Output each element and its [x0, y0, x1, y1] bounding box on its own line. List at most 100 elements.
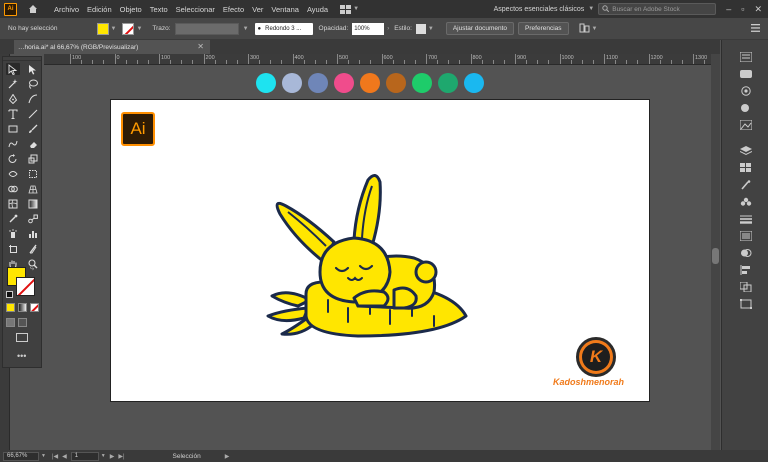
document-setup-button[interactable]: Ajustar documento — [445, 22, 515, 35]
pathfinder-icon[interactable] — [736, 280, 756, 294]
direct-selection-tool-icon[interactable] — [26, 63, 40, 75]
default-colors-icon[interactable] — [6, 291, 13, 298]
draw-normal-icon[interactable] — [6, 318, 15, 327]
rectangle-tool-icon[interactable] — [6, 123, 20, 135]
palette-swatch[interactable] — [308, 73, 328, 93]
scrollbar-thumb[interactable] — [712, 248, 719, 264]
shaper-tool-icon[interactable] — [6, 138, 20, 150]
layers-stack-icon[interactable] — [736, 144, 756, 158]
paintbrush-tool-icon[interactable] — [26, 123, 40, 135]
eyedropper-tool-icon[interactable] — [6, 213, 20, 225]
stroke-color-swatch[interactable] — [122, 22, 135, 35]
chevron-right-icon[interactable]: ▶ — [225, 453, 230, 460]
menu-seleccionar[interactable]: Seleccionar — [172, 5, 219, 14]
mesh-tool-icon[interactable] — [6, 198, 20, 210]
panel-menu-icon[interactable] — [751, 23, 760, 34]
color-mode-icon[interactable] — [6, 303, 15, 312]
menu-texto[interactable]: Texto — [146, 5, 172, 14]
swap-fill-stroke-icon[interactable]: ⤷ — [30, 265, 34, 273]
column-graph-tool-icon[interactable] — [26, 228, 40, 240]
palette-swatch[interactable] — [282, 73, 302, 93]
layers-icon[interactable] — [736, 84, 756, 98]
document-tab[interactable]: …horia.ai* al 66,67% (RGB/Previsualizar)… — [14, 40, 210, 54]
menu-objeto[interactable]: Objeto — [116, 5, 146, 14]
palette-swatch[interactable] — [412, 73, 432, 93]
brushes-icon[interactable] — [736, 178, 756, 192]
gradient-mode-icon[interactable] — [18, 303, 27, 312]
opacity-field[interactable]: 100% — [352, 22, 385, 35]
palette-swatch[interactable] — [360, 73, 380, 93]
type-tool-icon[interactable] — [6, 108, 20, 120]
draw-inside-icon[interactable] — [18, 318, 27, 327]
swatches-icon[interactable] — [736, 161, 756, 175]
rotate-tool-icon[interactable] — [6, 153, 20, 165]
screen-mode-icon[interactable] — [16, 333, 28, 342]
chevron-right-icon[interactable]: › — [387, 26, 389, 32]
scale-tool-icon[interactable] — [26, 153, 40, 165]
fill-color-swatch[interactable] — [96, 22, 109, 35]
menu-efecto[interactable]: Efecto — [219, 5, 248, 14]
none-mode-icon[interactable] — [30, 303, 39, 312]
gradient-tool-icon[interactable] — [26, 198, 40, 210]
palette-swatch[interactable] — [256, 73, 276, 93]
artboard-number-field[interactable]: 1 — [70, 451, 99, 461]
next-artboard-icon[interactable]: ▶ — [110, 453, 115, 460]
maximize-icon[interactable]: ▫ — [741, 4, 744, 15]
stroke-swatch[interactable] — [16, 277, 35, 296]
lasso-tool-icon[interactable] — [26, 78, 40, 90]
image-trace-icon[interactable] — [736, 118, 756, 132]
eraser-tool-icon[interactable] — [26, 138, 40, 150]
free-transform-tool-icon[interactable] — [26, 168, 40, 180]
workspace-switcher[interactable]: Aspectos esenciales clásicos — [494, 6, 585, 13]
home-icon[interactable] — [28, 4, 38, 14]
artboard-tool-icon[interactable] — [6, 243, 20, 255]
selection-tool-icon[interactable] — [6, 63, 20, 75]
blend-tool-icon[interactable] — [26, 213, 40, 225]
vertical-scrollbar[interactable] — [711, 54, 720, 450]
stroke-panel-icon[interactable] — [736, 212, 756, 226]
more-tools-icon[interactable]: ••• — [17, 351, 26, 361]
menu-ver[interactable]: Ver — [248, 5, 267, 14]
palette-swatch[interactable] — [386, 73, 406, 93]
line-segment-tool-icon[interactable] — [26, 108, 40, 120]
prev-artboard-icon[interactable]: ◀ — [62, 453, 67, 460]
properties-icon[interactable] — [736, 50, 756, 64]
arrange-icon[interactable] — [579, 23, 590, 35]
menu-ayuda[interactable]: Ayuda — [303, 5, 332, 14]
slice-tool-icon[interactable] — [26, 243, 40, 255]
minimize-icon[interactable]: – — [726, 4, 731, 15]
last-artboard-icon[interactable]: ▶| — [118, 453, 124, 460]
palette-swatch[interactable] — [334, 73, 354, 93]
transform-icon[interactable] — [736, 297, 756, 311]
gradient-panel-icon[interactable] — [736, 229, 756, 243]
appearance-icon[interactable] — [736, 101, 756, 115]
palette-swatch[interactable] — [464, 73, 484, 93]
libraries-icon[interactable] — [736, 67, 756, 81]
perspective-grid-tool-icon[interactable] — [26, 183, 40, 195]
width-tool-icon[interactable] — [6, 168, 20, 180]
align-icon[interactable] — [736, 263, 756, 277]
stroke-weight-field[interactable] — [174, 22, 239, 35]
magic-wand-tool-icon[interactable] — [6, 78, 20, 90]
first-artboard-icon[interactable]: |◀ — [52, 453, 58, 460]
brush-definition-select[interactable]: ● Redondo 3 ... — [254, 22, 313, 35]
pen-tool-icon[interactable] — [6, 93, 20, 105]
curvature-tool-icon[interactable] — [26, 93, 40, 105]
bunny-carrot-illustration[interactable] — [258, 168, 472, 340]
zoom-field[interactable]: 66,67% — [3, 451, 39, 461]
menu-archivo[interactable]: Archivo — [50, 5, 83, 14]
close-icon[interactable]: ✕ — [197, 42, 204, 51]
close-icon[interactable]: ✕ — [754, 4, 762, 15]
graphic-style-swatch[interactable] — [415, 23, 426, 34]
document-tab-title: …horia.ai* al 66,67% (RGB/Previsualizar) — [18, 43, 139, 51]
arrange-documents-button[interactable]: ▼ — [340, 4, 359, 14]
preferences-button[interactable]: Preferencias — [518, 22, 569, 35]
shape-builder-tool-icon[interactable] — [6, 183, 20, 195]
symbols-icon[interactable] — [736, 195, 756, 209]
transparency-icon[interactable] — [736, 246, 756, 260]
symbol-sprayer-tool-icon[interactable] — [6, 228, 20, 240]
palette-swatch[interactable] — [438, 73, 458, 93]
menu-edicion[interactable]: Edición — [83, 5, 116, 14]
stock-search-input[interactable]: Buscar en Adobe Stock — [598, 3, 717, 15]
menu-ventana[interactable]: Ventana — [267, 5, 303, 14]
